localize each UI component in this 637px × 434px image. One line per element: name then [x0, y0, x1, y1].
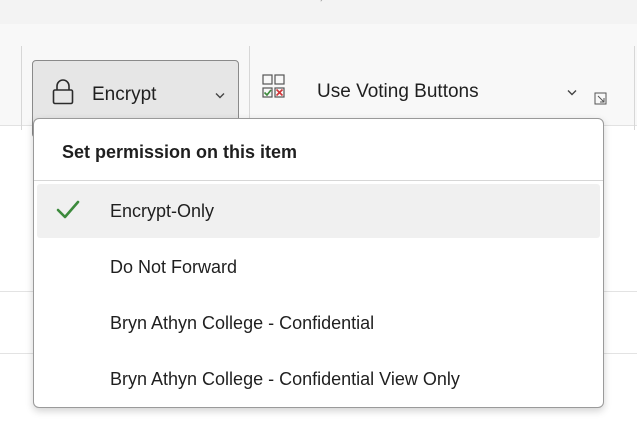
menu-item-label: Do Not Forward: [110, 257, 238, 277]
menu-header: Set permission on this item: [62, 142, 298, 162]
menu-divider: [34, 180, 603, 181]
checkmark-icon: [56, 200, 80, 219]
dialog-launcher-icon[interactable]: [594, 92, 608, 106]
use-voting-buttons-label: Use Voting Buttons: [317, 81, 479, 102]
menu-item-encrypt-only[interactable]: Encrypt-Only: [37, 184, 600, 238]
menu-item-label: Bryn Athyn College - Confidential View O…: [110, 369, 460, 389]
menu-item-label: Bryn Athyn College - Confidential: [110, 313, 375, 333]
group-separator: [634, 46, 635, 130]
ribbon-tags-group: Encrypt Use Voting Buttons: [0, 24, 637, 138]
cropped-group-label-fragment: ᐟ: [320, 0, 325, 6]
menu-item-confidential-view-only[interactable]: Bryn Athyn College - Confidential View O…: [37, 352, 600, 406]
menu-item-do-not-forward[interactable]: Do Not Forward: [37, 240, 600, 294]
chevron-down-icon: [215, 93, 225, 99]
permission-dropdown-menu: Set permission on this item Encrypt-Only…: [33, 118, 604, 408]
use-voting-buttons-button[interactable]: Use Voting Buttons: [262, 70, 602, 110]
lock-icon: [52, 79, 74, 105]
voting-buttons-icon: [262, 74, 285, 98]
menu-item-label: Encrypt-Only: [110, 201, 215, 221]
menu-item-confidential[interactable]: Bryn Athyn College - Confidential: [37, 296, 600, 350]
chevron-down-icon: [567, 90, 577, 96]
encrypt-button-label: Encrypt: [92, 84, 157, 105]
group-separator: [21, 46, 22, 130]
ribbon-top-strip: ᐟ: [0, 0, 637, 24]
